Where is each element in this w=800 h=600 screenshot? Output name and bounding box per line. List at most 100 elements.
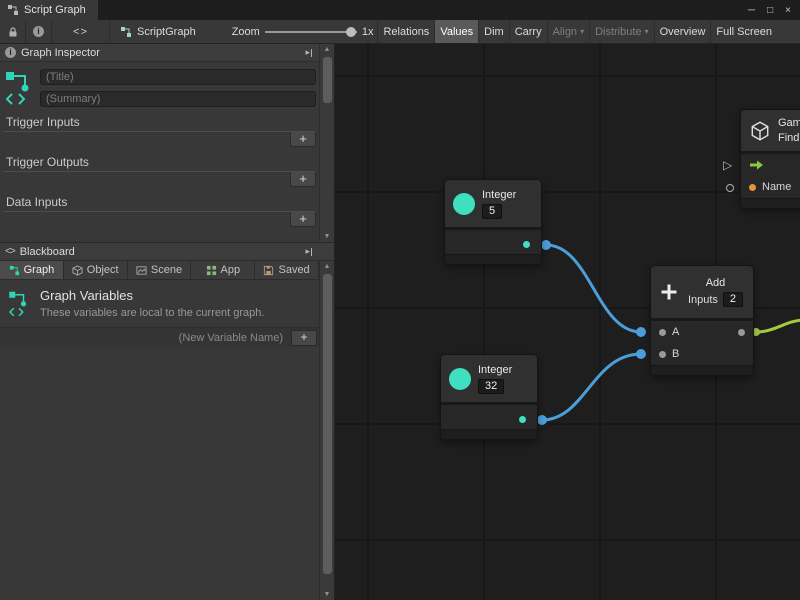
- expand-panel-icon[interactable]: ▸: [305, 246, 312, 257]
- wire-endpoint-dot[interactable]: [752, 328, 760, 336]
- node-add[interactable]: Add Inputs 2 A B: [651, 266, 753, 375]
- input-port-b[interactable]: [659, 351, 666, 358]
- game-object-cube-icon: [749, 120, 771, 142]
- name-input-port[interactable]: [749, 184, 756, 191]
- name-port-label: Name: [762, 181, 791, 193]
- input-port-a[interactable]: [659, 329, 666, 336]
- integer-value-field[interactable]: 5: [482, 204, 502, 219]
- data-inputs-list: +: [3, 211, 316, 227]
- wire-integer32-to-add-b[interactable]: [542, 354, 641, 420]
- blackboard-panel: <> Blackboard ▸ Graph Object Scene: [0, 243, 334, 600]
- graph-variables-subtitle: These variables are local to the current…: [40, 307, 264, 319]
- value-input-port[interactable]: [726, 184, 734, 192]
- scrollbar-thumb[interactable]: [323, 57, 332, 103]
- window-tab[interactable]: Script Graph: [0, 0, 98, 20]
- add-trigger-output-button[interactable]: +: [290, 172, 316, 187]
- wire-endpoint-dot[interactable]: [541, 240, 551, 250]
- blackboard-scrollbar[interactable]: ▲ ▼: [319, 261, 334, 600]
- window-title: Script Graph: [24, 4, 86, 16]
- scroll-up-icon[interactable]: ▲: [324, 261, 331, 272]
- new-variable-input[interactable]: [4, 332, 288, 344]
- inspector-scrollbar[interactable]: ▲ ▼: [319, 44, 334, 242]
- node-integer-32[interactable]: Integer 32: [441, 355, 537, 439]
- integer-type-icon: [449, 368, 471, 390]
- info-icon[interactable]: i: [26, 20, 52, 43]
- lock-icon[interactable]: [0, 20, 26, 43]
- chevron-down-icon: ▾: [645, 27, 649, 36]
- wire-integer5-to-add-a[interactable]: [546, 245, 641, 332]
- tab-object[interactable]: Object: [64, 261, 128, 279]
- tab-scene[interactable]: Scene: [128, 261, 192, 279]
- values-button[interactable]: Values: [434, 20, 478, 43]
- node-integer-5[interactable]: Integer 5: [445, 180, 541, 264]
- align-button[interactable]: Align ▾: [547, 20, 589, 43]
- wire-add-output[interactable]: [756, 320, 800, 332]
- graph-variables-title: Graph Variables: [40, 288, 264, 303]
- scroll-down-icon[interactable]: ▼: [324, 589, 331, 600]
- scroll-down-icon[interactable]: ▼: [324, 231, 331, 242]
- zoom-slider[interactable]: [265, 20, 357, 44]
- script-graph-icon: [7, 4, 19, 16]
- trigger-inputs-label: Trigger Inputs: [6, 115, 316, 129]
- tab-saved[interactable]: Saved: [255, 261, 319, 279]
- blackboard-header: <> Blackboard ▸: [0, 243, 334, 261]
- distribute-button[interactable]: Distribute ▾: [589, 20, 653, 43]
- node-footer: [445, 254, 541, 264]
- integer-value-field[interactable]: 32: [478, 379, 504, 394]
- trigger-outputs-label: Trigger Outputs: [6, 155, 316, 169]
- inputs-label: Inputs: [688, 294, 718, 306]
- add-variable-button[interactable]: +: [291, 330, 317, 346]
- wire-endpoint-dot[interactable]: [636, 349, 646, 359]
- scene-tab-icon: [136, 265, 147, 276]
- wire-endpoint-dot[interactable]: [636, 327, 646, 337]
- tab-graph[interactable]: Graph: [0, 261, 64, 279]
- inputs-count-field[interactable]: 2: [723, 292, 743, 307]
- add-data-input-button[interactable]: +: [290, 212, 316, 227]
- node-game-object-find[interactable]: Game Find Name: [741, 110, 800, 208]
- node-title: Integer: [478, 364, 512, 376]
- trigger-inputs-list: +: [3, 131, 316, 147]
- node-footer: [741, 198, 800, 208]
- zoom-slider-thumb[interactable]: [346, 27, 356, 37]
- output-port-sum[interactable]: [738, 329, 745, 336]
- close-icon[interactable]: ×: [785, 5, 791, 16]
- flow-input-port[interactable]: ▷: [723, 158, 732, 172]
- graph-canvas[interactable]: Integer 5 Integer 32: [335, 44, 800, 600]
- zoom-value: 1x: [362, 26, 374, 38]
- graph-summary-input[interactable]: [40, 91, 316, 107]
- graph-variables-icon: [6, 288, 32, 318]
- trigger-outputs-list: +: [3, 171, 316, 187]
- minimize-icon[interactable]: ─: [748, 5, 755, 16]
- app-tab-icon: [206, 265, 217, 276]
- data-inputs-label: Data Inputs: [6, 195, 316, 209]
- graph-tab-icon: [9, 265, 20, 276]
- tab-app[interactable]: App: [191, 261, 255, 279]
- graph-title-input[interactable]: [40, 69, 316, 85]
- wire-endpoint-dot[interactable]: [537, 415, 547, 425]
- graph-name-label: ScriptGraph: [137, 26, 196, 38]
- graph-asset-icon: [120, 26, 132, 38]
- full-screen-button[interactable]: Full Screen: [710, 20, 777, 43]
- blackboard-icon: <>: [5, 246, 15, 257]
- graph-breadcrumb[interactable]: ScriptGraph: [110, 20, 206, 43]
- object-tab-icon: [72, 265, 83, 276]
- node-footer: [441, 429, 537, 439]
- output-port[interactable]: [519, 416, 526, 423]
- info-icon: i: [5, 47, 16, 58]
- lock-glyph-icon: [7, 26, 19, 38]
- maximize-icon[interactable]: □: [767, 5, 773, 16]
- node-title-line2: Find: [778, 132, 800, 144]
- output-port[interactable]: [523, 241, 530, 248]
- port-a-label: A: [672, 326, 679, 338]
- relations-button[interactable]: Relations: [377, 20, 434, 43]
- dim-button[interactable]: Dim: [478, 20, 509, 43]
- add-trigger-input-button[interactable]: +: [290, 132, 316, 147]
- sidebar: i Graph Inspector ▸ Tr: [0, 44, 335, 600]
- integer-type-icon: [453, 193, 475, 215]
- edit-source-button[interactable]: <>: [52, 20, 110, 43]
- carry-button[interactable]: Carry: [509, 20, 547, 43]
- scrollbar-thumb[interactable]: [323, 274, 332, 574]
- expand-panel-icon[interactable]: ▸: [305, 47, 312, 58]
- overview-button[interactable]: Overview: [654, 20, 711, 43]
- scroll-up-icon[interactable]: ▲: [324, 44, 331, 55]
